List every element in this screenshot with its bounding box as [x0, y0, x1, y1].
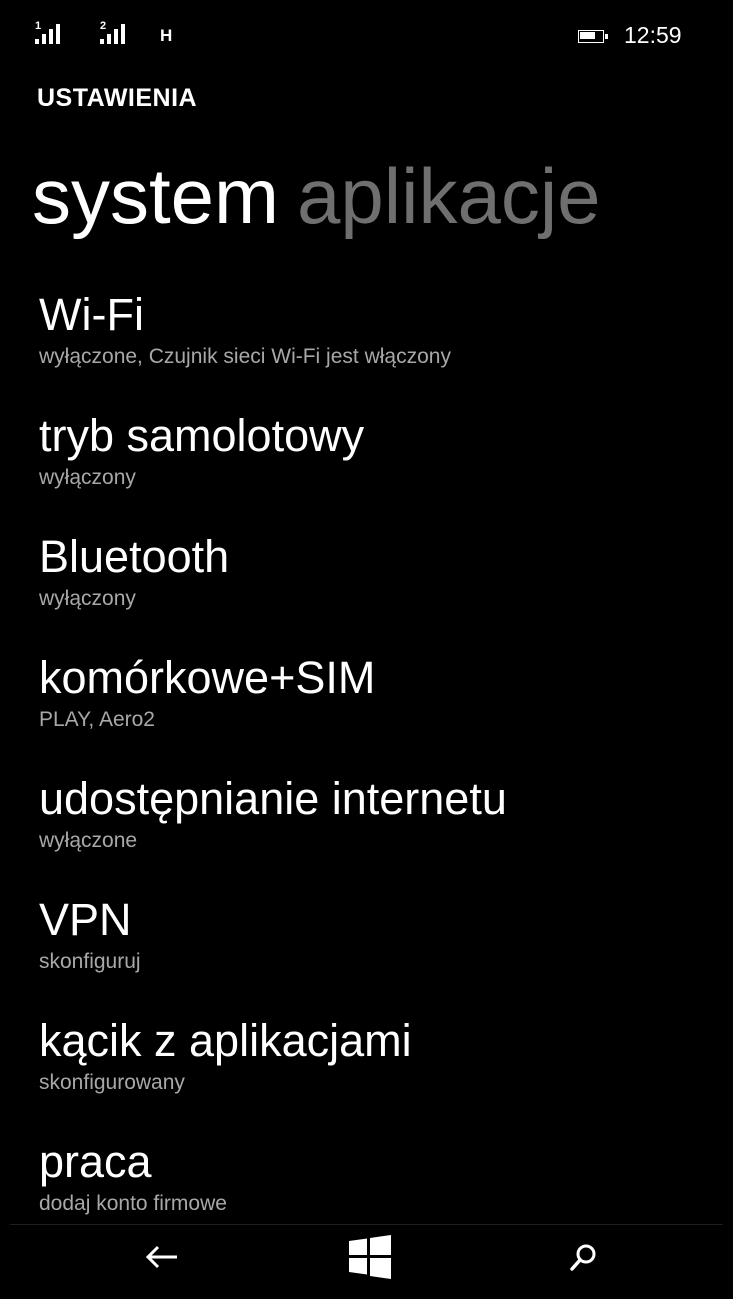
windows-start-icon — [349, 1235, 391, 1279]
setting-title: komórkowe+SIM — [39, 652, 376, 703]
setting-subtitle: dodaj konto firmowe — [39, 1192, 227, 1215]
setting-title: kącik z aplikacjami — [39, 1015, 412, 1066]
page-title: USTAWIENIA — [37, 84, 198, 112]
navigation-bar — [10, 1224, 723, 1289]
pivot-header: system aplikacje — [32, 146, 601, 246]
setting-subtitle: wyłączone, Czujnik sieci Wi-Fi jest włąc… — [39, 345, 451, 368]
search-icon — [570, 1244, 596, 1271]
setting-subtitle: skonfiguruj — [39, 950, 141, 973]
setting-item-airplane-mode[interactable]: tryb samolotowy wyłączony — [39, 405, 723, 526]
setting-item-vpn[interactable]: VPN skonfiguruj — [39, 889, 723, 1010]
setting-title: Bluetooth — [39, 531, 230, 582]
setting-subtitle: skonfigurowany — [39, 1071, 185, 1094]
setting-title: Wi-Fi — [39, 289, 144, 340]
setting-subtitle: PLAY, Aero2 — [39, 708, 155, 731]
pivot-tab-aplikacje[interactable]: aplikacje — [297, 146, 601, 246]
status-bar: 1 2 H 12:59 — [10, 10, 723, 62]
setting-subtitle: wyłączony — [39, 587, 136, 610]
setting-item-bluetooth[interactable]: Bluetooth wyłączony — [39, 526, 723, 647]
sim2-signal-icon: 2 — [100, 20, 132, 46]
setting-subtitle: wyłączony — [39, 466, 136, 489]
sim1-label: 1 — [35, 20, 42, 32]
search-button[interactable] — [544, 1225, 624, 1289]
battery-icon — [578, 30, 608, 43]
setting-item-internet-sharing[interactable]: udostępnianie internetu wyłączone — [39, 768, 723, 889]
battery-level-fill — [580, 32, 595, 39]
setting-item-wifi[interactable]: Wi-Fi wyłączone, Czujnik sieci Wi-Fi jes… — [39, 284, 723, 405]
sim2-label: 2 — [100, 20, 107, 32]
network-type-indicator: H — [160, 26, 173, 45]
setting-title: praca — [39, 1136, 152, 1187]
status-clock: 12:59 — [624, 22, 682, 48]
setting-title: VPN — [39, 894, 132, 945]
start-button[interactable] — [330, 1225, 410, 1289]
pivot-tab-system[interactable]: system — [32, 146, 279, 246]
settings-list: Wi-Fi wyłączone, Czujnik sieci Wi-Fi jes… — [39, 284, 723, 1252]
back-arrow-icon — [145, 1245, 177, 1269]
setting-title: tryb samolotowy — [39, 410, 365, 461]
back-button[interactable] — [122, 1225, 202, 1289]
sim1-signal-icon: 1 — [35, 20, 67, 46]
setting-title: udostępnianie internetu — [39, 773, 507, 824]
phone-screen: 1 2 H 12:59 USTAWIENIA system aplikacje W… — [10, 10, 723, 1289]
setting-subtitle: wyłączone — [39, 829, 138, 852]
setting-item-apps-corner[interactable]: kącik z aplikacjami skonfigurowany — [39, 1010, 723, 1131]
setting-item-cellular-sim[interactable]: komórkowe+SIM PLAY, Aero2 — [39, 647, 723, 768]
